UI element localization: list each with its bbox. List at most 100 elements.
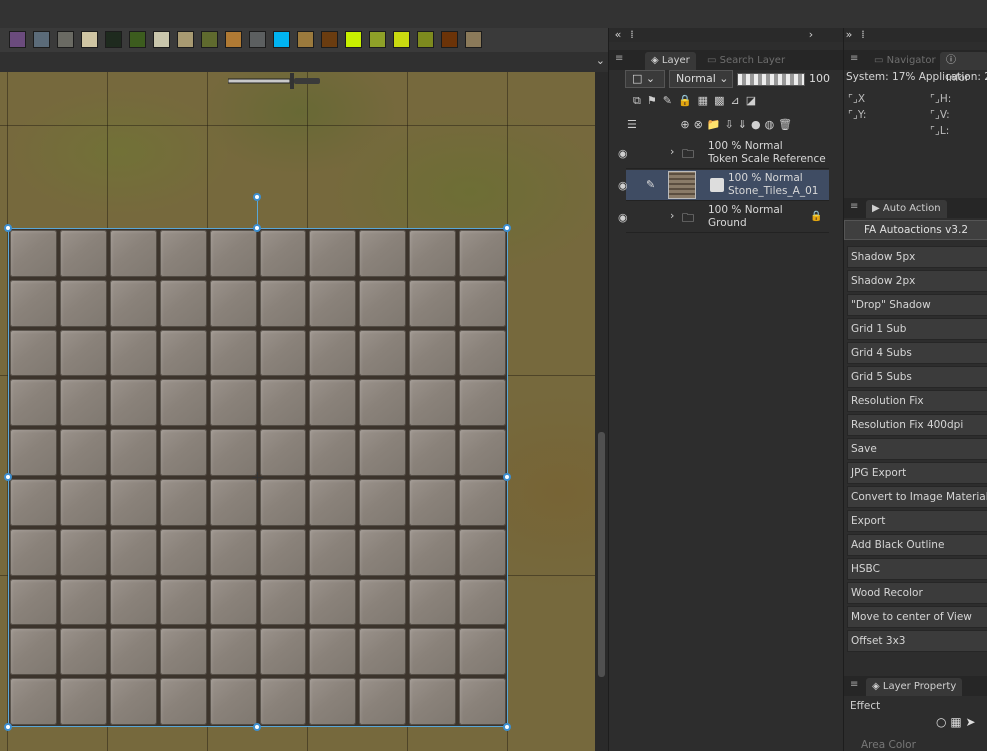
- color-swatch[interactable]: [465, 31, 482, 48]
- transform-handle-left[interactable]: [4, 473, 12, 481]
- color-swatch[interactable]: [345, 31, 362, 48]
- color-swatch[interactable]: [201, 31, 218, 48]
- action-button[interactable]: Convert to Image Material: [847, 486, 987, 508]
- reference-layer-icon[interactable]: ⚑: [647, 94, 663, 107]
- action-button[interactable]: Offset 3x3: [847, 630, 987, 652]
- action-button[interactable]: Shadow 5px: [847, 246, 987, 268]
- stone-tile: [109, 279, 157, 327]
- lock-icon[interactable]: 🔒: [678, 94, 698, 107]
- action-button[interactable]: Move to center of View: [847, 606, 987, 628]
- canvas-vertical-scrollbar[interactable]: [595, 72, 608, 751]
- chevron-right-icon[interactable]: ›: [670, 209, 674, 222]
- color-swatch[interactable]: [417, 31, 434, 48]
- transform-handle-top-right[interactable]: [503, 224, 511, 232]
- stone-tile: [109, 628, 157, 676]
- new-vector-layer-icon[interactable]: ⊗: [694, 118, 707, 131]
- color-swatch[interactable]: [369, 31, 386, 48]
- action-set-dropdown[interactable]: FA Autoactions v3.2: [844, 220, 987, 240]
- tab-navigator[interactable]: ▭ Navigator: [868, 52, 942, 70]
- collapse-right-icon[interactable]: »: [842, 28, 856, 42]
- stone-tile: [59, 429, 107, 476]
- color-swatch[interactable]: [105, 31, 122, 48]
- collapse-left-icon[interactable]: «: [611, 28, 625, 42]
- color-swatch[interactable]: [249, 31, 266, 48]
- lock-transparency-icon[interactable]: ▦: [698, 94, 714, 107]
- clip-layer-icon[interactable]: ⧉: [633, 94, 647, 107]
- blend-mode-dropdown[interactable]: Normal ⌄: [669, 70, 733, 88]
- color-swatch[interactable]: [273, 31, 290, 48]
- new-raster-layer-icon[interactable]: ⊕: [680, 118, 693, 131]
- action-button[interactable]: Grid 5 Subs: [847, 366, 987, 388]
- action-button[interactable]: "Drop" Shadow: [847, 294, 987, 316]
- layer-list-icon[interactable]: ☰: [627, 118, 637, 131]
- action-button[interactable]: JPG Export: [847, 462, 987, 484]
- color-swatch[interactable]: [393, 31, 410, 48]
- mask-icon[interactable]: ▩: [714, 94, 730, 107]
- action-button[interactable]: Shadow 2px: [847, 270, 987, 292]
- eye-icon[interactable]: ◉: [618, 179, 634, 192]
- color-swatch[interactable]: [129, 31, 146, 48]
- color-swatch[interactable]: [33, 31, 50, 48]
- color-swatch-icon[interactable]: ◪: [746, 94, 762, 107]
- color-swatch[interactable]: [321, 31, 338, 48]
- tab-info[interactable]: ⓘ Infor: [940, 52, 987, 84]
- trash-icon[interactable]: 🗑: [778, 118, 796, 131]
- transform-handle-bottom-right[interactable]: [503, 723, 511, 731]
- layer-color-dropdown[interactable]: □ ⌄: [625, 70, 665, 88]
- layer-row[interactable]: ◉ › 🗀 100 % Normal Token Scale Reference: [618, 138, 829, 169]
- action-button[interactable]: HSBC: [847, 558, 987, 580]
- transform-handle-top[interactable]: [253, 224, 261, 232]
- action-button[interactable]: Grid 4 Subs: [847, 342, 987, 364]
- transform-handle-bottom-left[interactable]: [4, 723, 12, 731]
- eye-icon[interactable]: ◉: [618, 211, 634, 224]
- transfer-down-icon[interactable]: ⇩: [725, 118, 738, 131]
- opacity-slider[interactable]: [737, 73, 805, 86]
- tab-auto-action[interactable]: ▶ Auto Action: [866, 200, 947, 218]
- transform-handle-bottom[interactable]: [253, 723, 261, 731]
- drawing-canvas[interactable]: [0, 72, 595, 751]
- mask-add-icon[interactable]: ●: [751, 118, 765, 131]
- color-swatch[interactable]: [177, 31, 194, 48]
- tab-layer-property[interactable]: ◈ Layer Property: [866, 678, 963, 696]
- panel-menu-icon[interactable]: ≡: [850, 679, 858, 690]
- color-swatch[interactable]: [81, 31, 98, 48]
- app-top-bar: [0, 0, 987, 29]
- ruler-icon[interactable]: ⊿: [730, 94, 745, 107]
- panel-menu-icon[interactable]: ≡: [850, 53, 858, 64]
- panel-menu-icon[interactable]: ≡: [850, 201, 858, 212]
- color-swatch[interactable]: [57, 31, 74, 48]
- new-folder-icon[interactable]: 📁: [707, 118, 725, 131]
- merge-down-icon[interactable]: ⇓: [738, 118, 751, 131]
- tab-search-layer[interactable]: ▭ Search Layer: [701, 52, 792, 70]
- tab-layer[interactable]: ◈ Layer: [645, 52, 696, 70]
- color-swatch[interactable]: [297, 31, 314, 48]
- action-button[interactable]: Wood Recolor: [847, 582, 987, 604]
- action-button[interactable]: Grid 1 Sub: [847, 318, 987, 340]
- action-button[interactable]: Resolution Fix: [847, 390, 987, 412]
- color-swatch[interactable]: [153, 31, 170, 48]
- chevron-right-icon[interactable]: ›: [804, 28, 818, 42]
- draft-layer-icon[interactable]: ✎: [663, 94, 678, 107]
- action-button[interactable]: Resolution Fix 400dpi: [847, 414, 987, 436]
- transform-handle-top-left[interactable]: [4, 224, 12, 232]
- color-swatch[interactable]: [9, 31, 26, 48]
- border-effect-icon[interactable]: ○: [936, 715, 946, 729]
- color-swatch[interactable]: [225, 31, 242, 48]
- eye-icon[interactable]: ◉: [618, 147, 634, 160]
- action-button[interactable]: Save: [847, 438, 987, 460]
- transform-handle-right[interactable]: [503, 473, 511, 481]
- chevron-right-icon[interactable]: ›: [670, 145, 674, 158]
- color-swatch[interactable]: [441, 31, 458, 48]
- panel-menu-icon[interactable]: ≡: [615, 53, 623, 64]
- opacity-value[interactable]: 100: [809, 72, 830, 85]
- tone-effect-icon[interactable]: ▦: [950, 715, 961, 729]
- layer-row[interactable]: ◉ ✎ 100 % Normal Stone_Tiles_A_01: [618, 170, 829, 201]
- action-button[interactable]: Add Black Outline: [847, 534, 987, 556]
- rotation-handle[interactable]: [253, 193, 261, 201]
- chevron-down-icon[interactable]: ⌄: [596, 54, 605, 67]
- action-button[interactable]: Export: [847, 510, 987, 532]
- layer-row[interactable]: ◉ › 🗀 100 % Normal Ground 🔒: [618, 202, 829, 233]
- apply-mask-icon[interactable]: ◍: [765, 118, 779, 131]
- scrollbar-thumb[interactable]: [598, 432, 605, 677]
- transform-center-icon[interactable]: [252, 472, 263, 483]
